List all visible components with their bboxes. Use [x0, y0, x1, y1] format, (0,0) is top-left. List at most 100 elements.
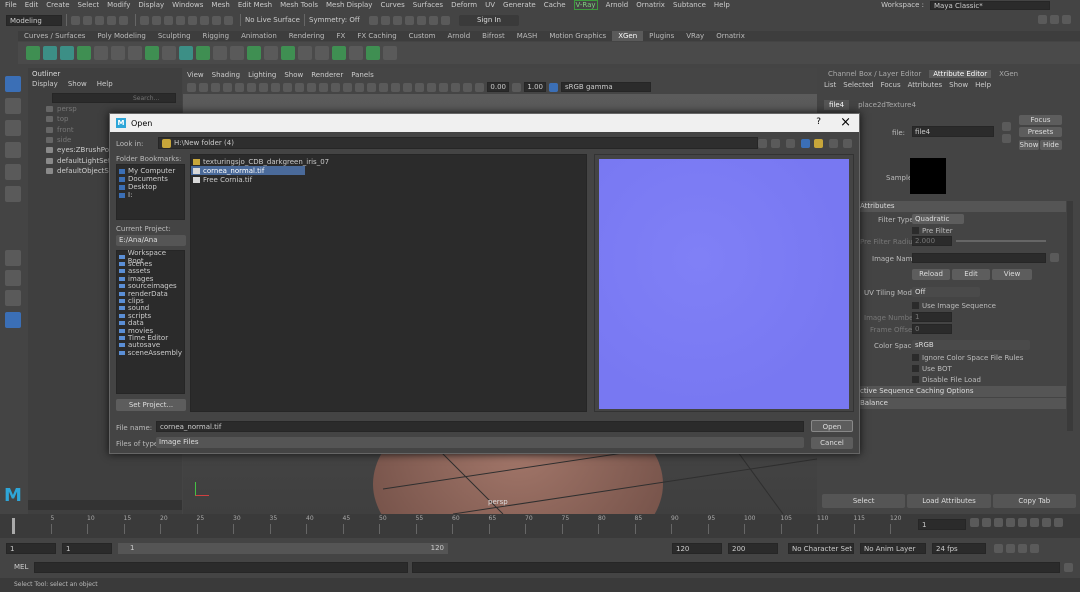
menu-subtance[interactable]: Subtance [673, 1, 706, 9]
current-project-select[interactable]: E:/Ana/Ana [116, 235, 186, 246]
undo-icon[interactable] [107, 15, 116, 25]
film-gate-icon[interactable] [247, 82, 256, 92]
ambient-occlusion-icon[interactable] [379, 82, 388, 92]
command-language-label[interactable]: MEL [14, 563, 34, 571]
xgen-density-icon[interactable] [332, 46, 346, 60]
sound-icon[interactable] [1030, 543, 1039, 553]
xgen-clump-icon[interactable] [213, 46, 227, 60]
xgen-noise-icon[interactable] [196, 46, 210, 60]
shelf-tab-sculpting[interactable]: Sculpting [152, 31, 197, 41]
menu-v-ray[interactable]: V-Ray [573, 0, 598, 10]
lights-icon[interactable] [355, 82, 364, 92]
ae-node-tab-file4[interactable]: file4 [824, 100, 850, 110]
layout-single-icon[interactable] [5, 250, 21, 266]
menu-ornatrix[interactable]: Ornatrix [636, 1, 665, 9]
playback-end-field[interactable]: 120 [672, 542, 722, 554]
menu-display[interactable]: Display [138, 1, 164, 9]
field-chart-icon[interactable] [283, 82, 292, 92]
current-frame-field[interactable]: 1 [918, 519, 966, 530]
bookmarks-icon[interactable] [211, 82, 220, 92]
toggle-panel-icon-3[interactable] [1062, 15, 1071, 24]
ae-select-button[interactable]: Select [822, 494, 906, 508]
menu-select[interactable]: Select [78, 1, 100, 9]
gamma-field[interactable]: 1.00 [524, 82, 546, 92]
select-component-icon[interactable] [164, 15, 173, 25]
textured-icon[interactable] [343, 82, 352, 92]
range-bar[interactable]: 1 120 [118, 542, 448, 554]
play-backward-icon[interactable] [1006, 518, 1015, 527]
gamma-icon[interactable] [512, 82, 521, 92]
select-object-icon[interactable] [152, 15, 161, 25]
dialog-help-button[interactable]: ? [816, 117, 821, 127]
menu-generate[interactable]: Generate [503, 1, 536, 9]
ae-menu-selected[interactable]: Selected [843, 81, 873, 89]
image-plane-icon[interactable] [223, 82, 232, 92]
ae-file-name-field[interactable]: file4 [912, 126, 994, 137]
auto-key-icon[interactable] [1006, 543, 1015, 553]
redo-icon[interactable] [119, 15, 128, 25]
sign-in-button[interactable]: Sign In [459, 14, 519, 26]
step-forward-icon[interactable] [1042, 518, 1051, 527]
ae-browse-folder-icon[interactable] [1050, 253, 1059, 262]
viewport-menu-lighting[interactable]: Lighting [248, 71, 276, 79]
xgen-cut-icon[interactable] [179, 46, 193, 60]
ae-pre-filter-checkbox[interactable] [912, 227, 919, 234]
ae-menu-help[interactable]: Help [975, 81, 991, 89]
shelf-tab-mash[interactable]: MASH [511, 31, 544, 41]
xgen-guide-icon[interactable] [94, 46, 108, 60]
save-scene-icon[interactable] [95, 15, 104, 25]
ae-menu-attributes[interactable]: Attributes [908, 81, 943, 89]
step-forward-key-icon[interactable] [1030, 518, 1039, 527]
camera-attributes-icon[interactable] [199, 82, 208, 92]
select-hierarchy-icon[interactable] [140, 15, 149, 25]
ae-filter-type-select[interactable]: Quadratic [912, 214, 964, 224]
ae-load-attributes-button[interactable]: Load Attributes [907, 494, 991, 508]
menu-modify[interactable]: Modify [107, 1, 130, 9]
file-type-select[interactable]: Image Files [156, 437, 804, 448]
parent-folder-icon[interactable] [786, 139, 795, 148]
list-view-icon[interactable] [829, 139, 838, 148]
shelf-tab-rigging[interactable]: Rigging [197, 31, 236, 41]
xgen-cache-icon[interactable] [366, 46, 380, 60]
xgen-icon[interactable] [26, 46, 40, 60]
set-project-button[interactable]: Set Project... [116, 399, 186, 411]
xgen-grooming-icon[interactable] [77, 46, 91, 60]
ae-view-button[interactable]: View [992, 269, 1032, 280]
outliner-menu-show[interactable]: Show [68, 80, 87, 88]
shelf-tab-poly-modeling[interactable]: Poly Modeling [91, 31, 151, 41]
open-scene-icon[interactable] [83, 15, 92, 25]
paint-select-tool-icon[interactable] [5, 120, 21, 136]
shelf-tab-arnold[interactable]: Arnold [442, 31, 477, 41]
outliner-menu-help[interactable]: Help [97, 80, 113, 88]
cancel-button[interactable]: Cancel [811, 437, 853, 449]
symmetry-field[interactable]: Symmetry: Off [309, 16, 369, 24]
ae-section-caching[interactable]: ctive Sequence Caching Options [858, 386, 1066, 397]
fps-select[interactable]: 24 fps [932, 542, 986, 554]
menu-deform[interactable]: Deform [451, 1, 477, 9]
snap-grid-icon[interactable] [176, 15, 185, 25]
home-icon[interactable] [801, 139, 810, 148]
menu-arnold[interactable]: Arnold [606, 1, 629, 9]
xgen-part-icon[interactable] [298, 46, 312, 60]
move-tool-icon[interactable] [5, 142, 21, 158]
menu-uv[interactable]: UV [485, 1, 495, 9]
toggle-panel-icon-2[interactable] [1050, 15, 1059, 24]
dialog-title-bar[interactable]: M Open ? × [110, 114, 859, 132]
loop-icon[interactable] [994, 543, 1003, 553]
xray-joints-icon[interactable] [451, 82, 460, 92]
go-to-start-icon[interactable] [970, 518, 979, 527]
color-management-icon[interactable] [549, 82, 558, 92]
ae-copy-tab-button[interactable]: Copy Tab [992, 494, 1076, 508]
ae-menu-show[interactable]: Show [949, 81, 968, 89]
snap-surface-icon[interactable] [224, 15, 233, 25]
outliner-menu-display[interactable]: Display [32, 80, 58, 88]
motion-blur-icon[interactable] [391, 82, 400, 92]
lasso-tool-icon[interactable] [5, 98, 21, 114]
shelf-tab-motion-graphics[interactable]: Motion Graphics [543, 31, 612, 41]
shadows-icon[interactable] [367, 82, 376, 92]
open-button[interactable]: Open [811, 420, 853, 432]
xgen-brush-icon[interactable] [111, 46, 125, 60]
playback-start-field[interactable]: 1 [62, 542, 112, 554]
step-back-key-icon[interactable] [994, 518, 1003, 527]
look-in-select[interactable]: H:\New folder (4) [158, 137, 758, 149]
